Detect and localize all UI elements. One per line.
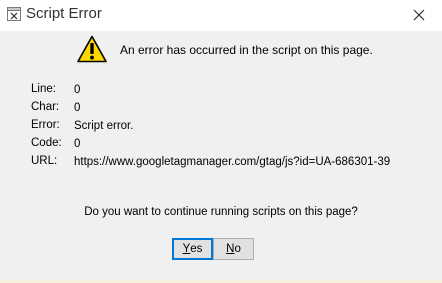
url-value: https://www.googletagmanager.com/gtag/js… bbox=[74, 156, 391, 168]
script-error-app-icon bbox=[7, 7, 21, 21]
line-value: 0 bbox=[74, 84, 81, 96]
char-label: Char: bbox=[31, 101, 60, 113]
error-message: An error has occurred in the script on t… bbox=[120, 43, 373, 57]
script-error-dialog: Script Error An error has occurred in th… bbox=[0, 0, 442, 283]
char-value: 0 bbox=[74, 102, 81, 114]
code-label: Code: bbox=[31, 137, 62, 149]
close-button[interactable] bbox=[396, 0, 442, 30]
yes-button[interactable]: Yes bbox=[172, 238, 213, 260]
no-button[interactable]: No bbox=[213, 238, 254, 260]
title-bar[interactable]: Script Error bbox=[0, 0, 442, 31]
close-icon bbox=[413, 9, 425, 21]
yes-mnemonic: Y bbox=[182, 243, 191, 255]
no-mnemonic: N bbox=[226, 243, 235, 255]
yes-label-rest: es bbox=[190, 243, 203, 255]
code-value: 0 bbox=[74, 138, 81, 150]
error-value: Script error. bbox=[74, 120, 134, 132]
continue-question: Do you want to continue running scripts … bbox=[84, 206, 358, 218]
line-label: Line: bbox=[31, 83, 56, 95]
warning-icon bbox=[77, 35, 107, 63]
window-title: Script Error bbox=[26, 5, 102, 22]
no-label-rest: o bbox=[234, 243, 241, 255]
error-label: Error: bbox=[31, 119, 60, 131]
url-label: URL: bbox=[31, 155, 58, 167]
